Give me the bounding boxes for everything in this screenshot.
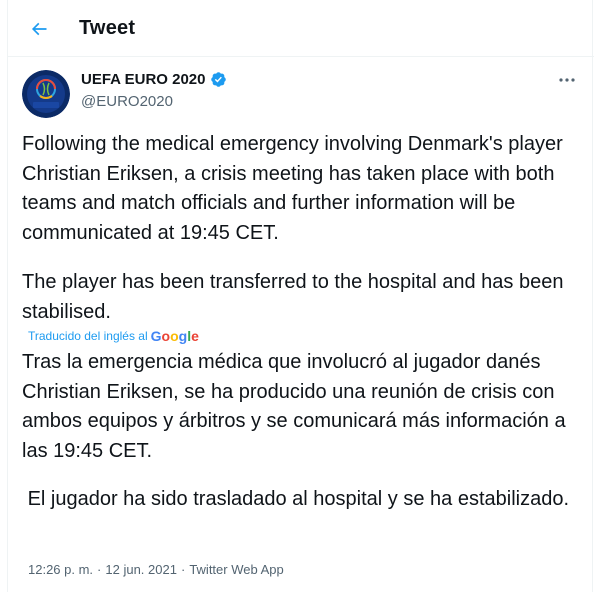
tweet-date[interactable]: 12 jun. 2021 xyxy=(105,562,177,577)
google-logo: Google xyxy=(151,328,199,344)
author-handle[interactable]: @EURO2020 xyxy=(81,93,173,110)
verified-badge-icon xyxy=(210,72,226,87)
google-logo-letter: o xyxy=(170,328,179,344)
tweet-meta: 12:26 p. m. · 12 jun. 2021 · Twitter Web… xyxy=(28,562,284,577)
translated-paragraph-2: El jugador ha sido trasladado al hospita… xyxy=(22,488,570,510)
google-logo-letter: o xyxy=(161,328,171,344)
page-header: Tweet xyxy=(8,0,594,57)
page-title: Tweet xyxy=(79,17,136,39)
translation-label: Traducido del inglés al xyxy=(28,329,148,343)
tweet-time[interactable]: 12:26 p. m. xyxy=(28,562,93,577)
tweet-page: Tweet UEFA EURO 2020 @EURO2020 Following… xyxy=(7,0,594,592)
avatar[interactable] xyxy=(22,70,70,118)
google-logo-letter: e xyxy=(191,328,199,344)
google-logo-letter: G xyxy=(150,328,162,344)
euro2020-logo-icon xyxy=(22,70,70,118)
tweet-author: UEFA EURO 2020 @EURO2020 xyxy=(8,58,594,124)
google-logo-letter: g xyxy=(178,328,188,344)
more-button[interactable] xyxy=(554,70,580,90)
author-name[interactable]: UEFA EURO 2020 xyxy=(81,71,206,88)
tweet-source[interactable]: Twitter Web App xyxy=(189,562,283,577)
translated-paragraph-1: Tras la emergencia médica que involucró … xyxy=(22,351,566,462)
arrow-left-icon xyxy=(31,22,47,36)
meta-separator: · xyxy=(180,562,186,577)
tweet-paragraph-1: Following the medical emergency involvin… xyxy=(22,133,563,244)
tweet-paragraph-2: The player has been transferred to the h… xyxy=(22,271,564,323)
author-name-line: UEFA EURO 2020 xyxy=(81,71,227,88)
meta-separator: · xyxy=(97,562,102,577)
back-button[interactable] xyxy=(22,12,56,46)
translation-attribution[interactable]: Traducido del inglés al Google xyxy=(28,328,199,344)
more-dots-icon xyxy=(559,78,575,82)
